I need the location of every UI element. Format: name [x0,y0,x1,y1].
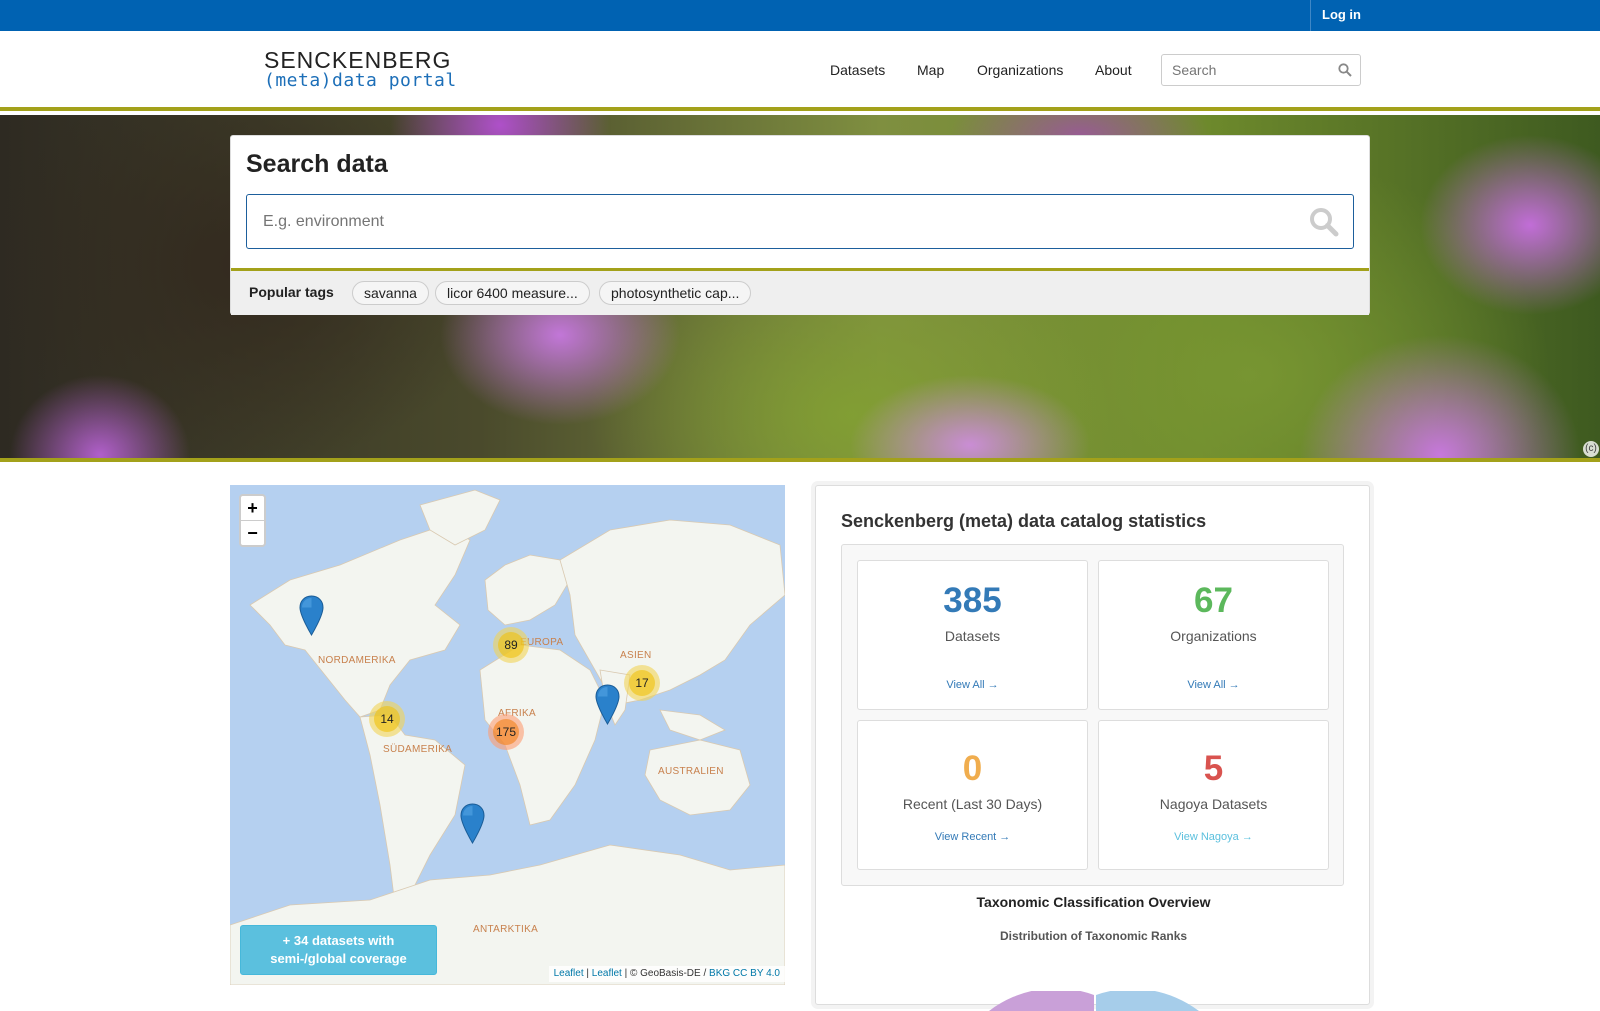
stat-card-datasets: 385 Datasets View All → [857,560,1088,710]
stat-label: Recent (Last 30 Days) [902,796,1043,812]
logo-title: SENCKENBERG [264,47,452,73]
dataset-map[interactable]: + − NORDAMERIKA SÜDAMERIKA EUROPA ASIEN … [230,485,785,985]
coverage-line2: semi-/global coverage [270,951,407,966]
taxonomy-pie-chart[interactable] [979,991,1209,1011]
label-australien: AUSTRALIEN [658,766,724,777]
account-bar: Log in [0,0,1600,31]
stat-value: 0 [962,749,983,788]
taxonomy-title: Taxonomic Classification Overview [976,894,1211,910]
search-icon[interactable] [1309,207,1339,237]
leaflet-link[interactable]: Leaflet [554,968,584,979]
view-nagoya-link[interactable]: View Nagoya → [1099,831,1328,843]
header-search [1161,54,1361,86]
search-icon[interactable] [1338,63,1352,77]
header-search-input[interactable] [1162,55,1332,85]
stat-value: 385 [943,581,1002,620]
map-pin-icon[interactable] [299,595,324,636]
zoom-in-button[interactable]: + [241,496,264,521]
nav-map[interactable]: Map [917,62,944,78]
image-copyright-badge[interactable]: (c) [1583,441,1599,457]
search-title: Search data [246,150,388,178]
popular-tags-label: Popular tags [249,284,334,300]
cluster-marker[interactable]: 14 [369,701,405,737]
global-coverage-button[interactable]: + 34 datasets with semi-/global coverage [240,925,437,975]
bkg-license-link[interactable]: BKG CC BY 4.0 [709,968,780,979]
login-link[interactable]: Log in [1310,0,1370,31]
site-logo[interactable]: SENCKENBERG (meta)data portal [264,49,457,91]
tag-licor[interactable]: licor 6400 measure... [435,281,590,305]
map-attribution: Leaflet | Leaflet | © GeoBasis-DE / BKG … [548,966,785,982]
stat-card-organizations: 67 Organizations View All → [1098,560,1329,710]
nav-datasets[interactable]: Datasets [830,62,885,78]
cluster-marker[interactable]: 17 [624,665,660,701]
stat-value: 67 [1194,581,1233,620]
cluster-count: 17 [629,670,655,696]
stat-card-nagoya: 5 Nagoya Datasets View Nagoya → [1098,720,1329,870]
stat-label: Organizations [1170,628,1257,644]
attribution-separator: | [583,968,592,979]
cluster-marker[interactable]: 175 [488,714,524,750]
nav-about[interactable]: About [1095,62,1132,78]
cluster-count: 175 [493,719,519,745]
cluster-count: 89 [498,632,524,658]
zoom-control: + − [239,494,266,547]
label-antarktika: ANTARKTIKA [473,924,539,935]
tag-photosynthetic[interactable]: photosynthetic cap... [599,281,752,305]
tag-savanna[interactable]: savanna [352,281,429,305]
cluster-count: 14 [374,706,400,732]
catalog-statistics: Senckenberg (meta) data catalog statisti… [815,485,1370,1011]
stat-label: Nagoya Datasets [1159,796,1268,812]
label-suedamerika: SÜDAMERIKA [383,744,453,755]
dataset-search [246,194,1354,249]
stats-grid: 385 Datasets View All → 67 Organizations… [841,544,1344,886]
view-all-organizations-link[interactable]: View All → [1099,679,1328,691]
dataset-search-input[interactable] [247,195,1287,248]
popular-tags-bar: Popular tags savanna licor 6400 measure.… [231,268,1369,315]
stat-card-recent: 0 Recent (Last 30 Days) View Recent → [857,720,1088,870]
stat-value: 5 [1203,749,1224,788]
masthead: SENCKENBERG (meta)data portal Datasets M… [0,31,1600,111]
cluster-marker[interactable]: 89 [493,627,529,663]
search-panel: Search data Popular tags savanna licor 6… [230,135,1370,315]
stat-label: Datasets [944,628,1001,644]
label-nordamerika: NORDAMERIKA [318,655,396,666]
logo-subtitle: (meta)data portal [264,70,457,91]
leaflet-link[interactable]: Leaflet [592,968,622,979]
zoom-out-button[interactable]: − [241,521,264,546]
view-all-datasets-link[interactable]: View All → [858,679,1087,691]
map-pin-icon[interactable] [460,803,485,844]
label-asien: ASIEN [620,650,652,661]
map-pin-icon[interactable] [595,684,620,725]
view-recent-link[interactable]: View Recent → [858,831,1087,843]
nav-organizations[interactable]: Organizations [977,62,1063,78]
taxonomy-subtitle: Distribution of Taxonomic Ranks [999,929,1188,943]
geobasis-credit: | © GeoBasis-DE / [621,968,710,979]
coverage-line1: + 34 datasets with [282,933,395,948]
stats-title: Senckenberg (meta) data catalog statisti… [841,511,1207,531]
